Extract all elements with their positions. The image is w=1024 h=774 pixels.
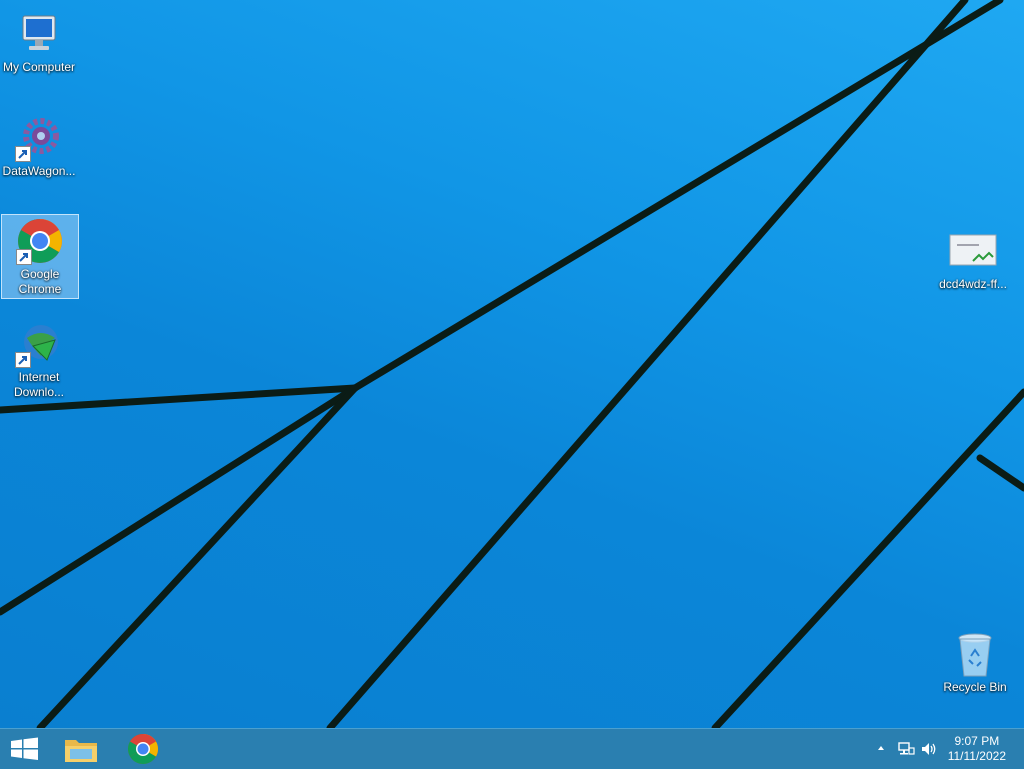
network-icon xyxy=(898,742,915,755)
taskbar-file-explorer[interactable] xyxy=(56,729,106,769)
wallpaper-lines xyxy=(0,0,1024,728)
speaker-icon xyxy=(922,743,936,755)
chrome-icon xyxy=(16,217,64,265)
clock-date: 11/11/2022 xyxy=(947,749,1006,763)
start-button[interactable] xyxy=(0,729,50,769)
gear-icon xyxy=(15,114,63,162)
desktop-icon-label: DataWagon... xyxy=(2,164,76,178)
taskbar-google-chrome[interactable] xyxy=(118,729,168,769)
clock-time: 9:07 PM xyxy=(954,734,1000,748)
shortcut-arrow-icon xyxy=(15,352,31,368)
desktop-icon-label: My Computer xyxy=(2,60,76,74)
chrome-icon xyxy=(127,733,159,765)
taskbar-clock[interactable]: 9:07 PM 11/11/2022 xyxy=(948,734,1006,764)
tray-overflow-button[interactable] xyxy=(875,741,887,758)
desktop-icon-label: dcd4wdz-ff... xyxy=(939,277,1007,291)
chevron-up-icon xyxy=(878,746,884,750)
tray-volume-button[interactable] xyxy=(920,741,938,760)
taskbar: 9:07 PM 11/11/2022 xyxy=(0,728,1024,769)
computer-icon xyxy=(15,10,63,58)
desktop[interactable]: My Computer DataWagon... Google Chrome I… xyxy=(0,0,1024,728)
desktop-icon-label: Recycle Bin xyxy=(943,680,1007,694)
tray-network-button[interactable] xyxy=(897,741,915,760)
shortcut-arrow-icon xyxy=(15,146,31,162)
windows-logo-icon xyxy=(11,737,38,760)
desktop-icon-label: Internet Downlo... xyxy=(13,370,65,399)
desktop-icon-internet-download-manager[interactable]: Internet Downlo... xyxy=(1,318,77,400)
desktop-icon-google-chrome[interactable]: Google Chrome xyxy=(1,214,79,299)
internet-download-manager-icon xyxy=(15,320,63,368)
image-file-icon xyxy=(949,227,997,275)
folder-icon xyxy=(65,740,97,762)
desktop-icon-image-file[interactable]: dcd4wdz-ff... xyxy=(935,225,1011,292)
desktop-icon-datawagon[interactable]: DataWagon... xyxy=(1,112,77,179)
desktop-icon-recycle-bin[interactable]: Recycle Bin xyxy=(937,630,1013,695)
shortcut-arrow-icon xyxy=(16,249,32,265)
desktop-icon-my-computer[interactable]: My Computer xyxy=(1,8,77,75)
recycle-bin-icon xyxy=(951,632,999,678)
desktop-icon-label: Google Chrome xyxy=(18,267,62,296)
